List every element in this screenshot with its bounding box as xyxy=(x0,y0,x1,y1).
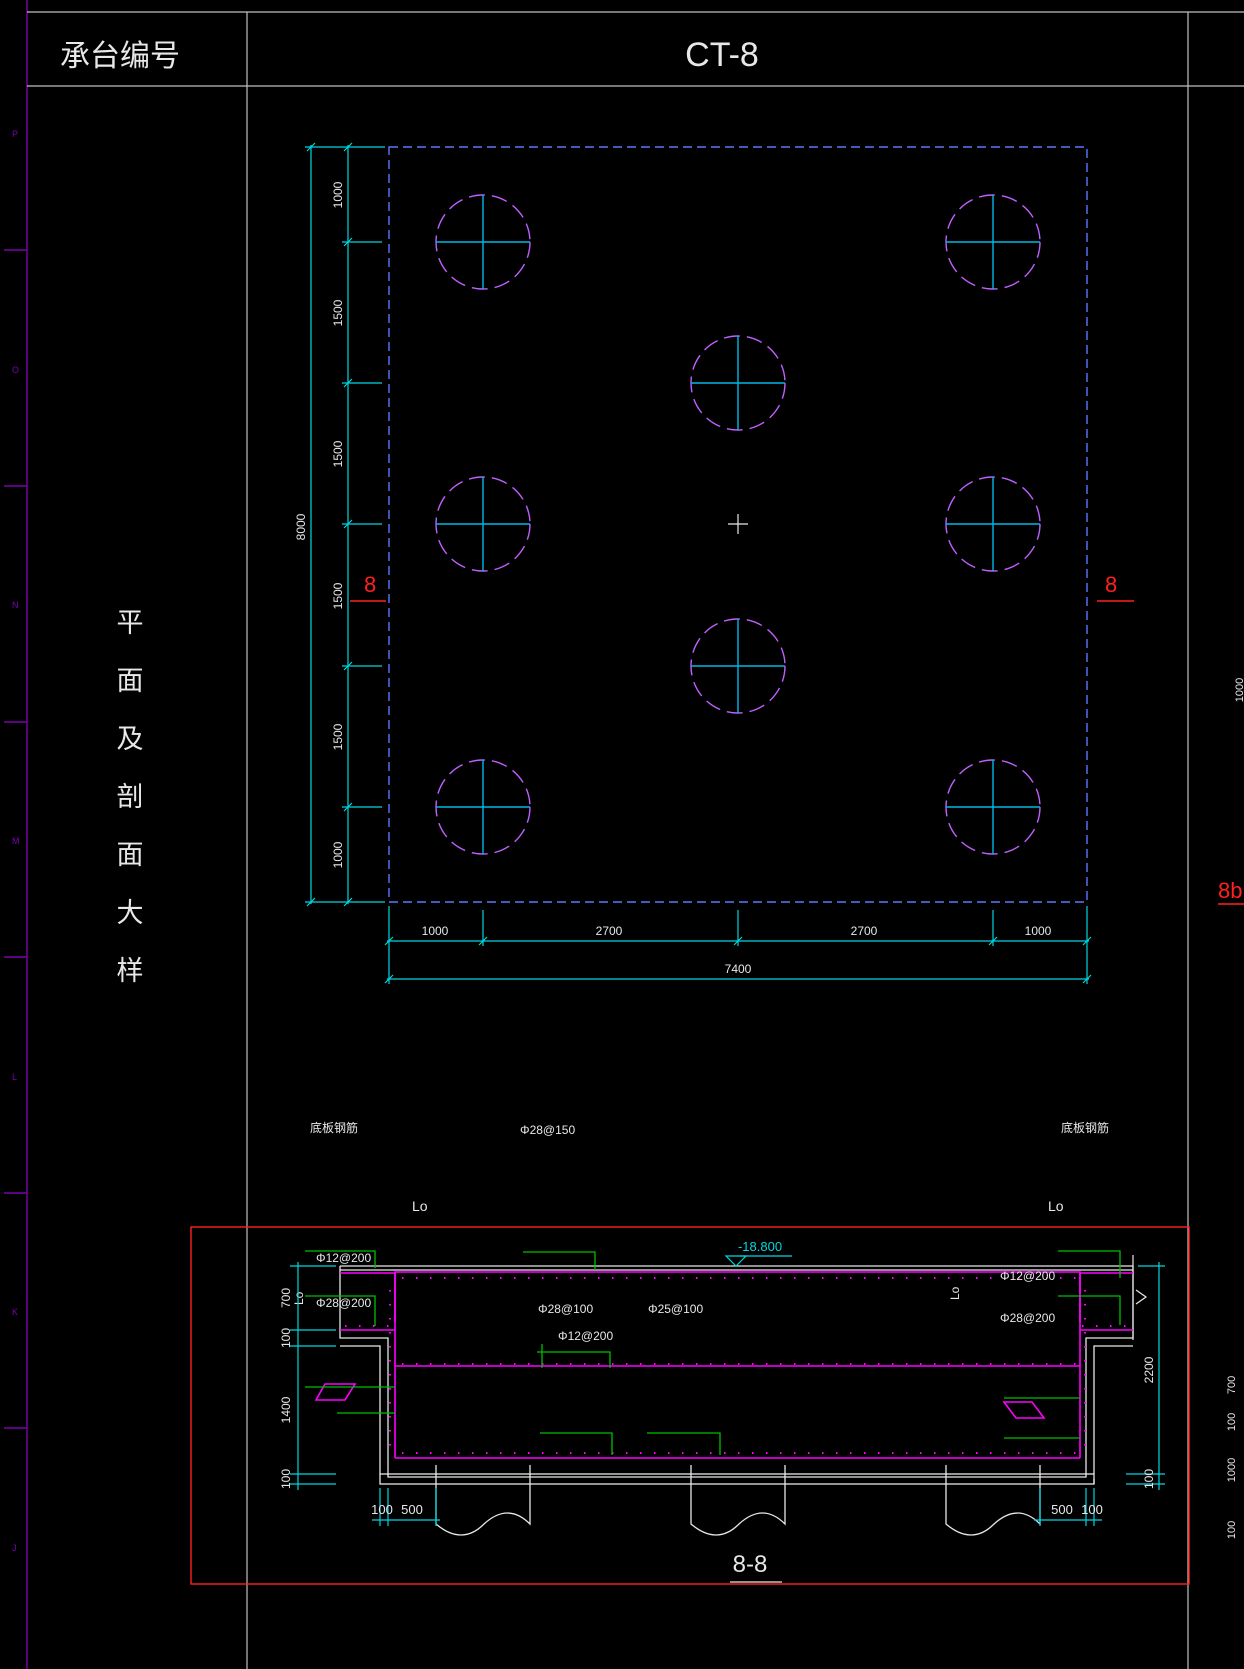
rebar-label: Φ28@200 xyxy=(316,1296,371,1310)
lo-label: Lo xyxy=(412,1198,428,1214)
grid-letter: N xyxy=(12,600,19,610)
grid-letter: K xyxy=(12,1307,18,1317)
cad-drawing: P O N M L K J 承台编号 CT-8 平 面 及 剖 面 大 样 10… xyxy=(4,0,1244,1669)
pile-circle xyxy=(435,476,531,572)
dim-label: 1000 xyxy=(1226,1458,1238,1482)
dim-label-total: 7400 xyxy=(725,962,752,976)
dim-label: 1000 xyxy=(422,924,449,938)
lo-label: Lo xyxy=(292,1291,306,1305)
plan-view: 1000 1500 1500 1500 1500 1000 8000 1000 … xyxy=(294,142,1134,984)
section-marker-right: 8 xyxy=(1097,572,1134,602)
section-mark: 8b xyxy=(1218,878,1242,903)
side-title-char: 平 xyxy=(117,608,144,639)
rebar-label: Φ28@200 xyxy=(1000,1311,1055,1325)
rebar-label: Φ25@100 xyxy=(648,1302,703,1316)
cap-id: CT-8 xyxy=(685,36,759,74)
dim-label: 1500 xyxy=(331,582,345,609)
rebar-label: Φ12@200 xyxy=(316,1251,371,1265)
side-title-char: 及 xyxy=(117,724,144,755)
section-left-dim-labels: 700 100 1400 100 xyxy=(279,1288,293,1489)
elevation-label: -18.800 xyxy=(738,1239,782,1254)
svg-text:8: 8 xyxy=(1105,572,1117,597)
dim-label-total: 2200 xyxy=(1142,1356,1156,1383)
pile-circle xyxy=(945,476,1041,572)
dim-label: 100 xyxy=(1226,1521,1238,1539)
side-title-char: 剖 xyxy=(117,782,144,813)
plan-bottom-dim-labels: 1000 2700 2700 1000 7400 xyxy=(422,924,1052,976)
dim-label: 1000 xyxy=(331,841,345,868)
dim-label: 500 xyxy=(401,1502,423,1517)
lo-label: Lo xyxy=(1048,1198,1064,1214)
right-partial-drawing: 8b 1000 700 100 1000 100 xyxy=(1218,678,1244,1539)
dim-label: 700 xyxy=(279,1288,293,1308)
dim-label: 1000 xyxy=(1234,678,1244,702)
dim-label: 1500 xyxy=(331,440,345,467)
dim-label: 500 xyxy=(1051,1502,1073,1517)
dim-label: 100 xyxy=(279,1328,293,1348)
dim-label: 700 xyxy=(1226,1376,1238,1394)
dim-label: 100 xyxy=(1142,1469,1156,1489)
dim-label-total: 8000 xyxy=(294,513,308,540)
plan-left-dimension xyxy=(305,145,385,904)
grid-letter: O xyxy=(12,365,19,375)
lo-label: Lo xyxy=(948,1286,962,1300)
dim-label: 1500 xyxy=(331,723,345,750)
grid-letter: J xyxy=(12,1543,17,1553)
rebar-label: Φ12@200 xyxy=(558,1329,613,1343)
dim-label: 1000 xyxy=(331,181,345,208)
pile-circle xyxy=(945,759,1041,855)
dim-label: 100 xyxy=(1226,1413,1238,1431)
section-title: 8-8 xyxy=(733,1551,768,1578)
elevation-mark: -18.800 xyxy=(724,1239,792,1267)
rebar-label: Φ28@150 xyxy=(520,1123,575,1137)
dim-label: 100 xyxy=(279,1469,293,1489)
dim-label: 1500 xyxy=(331,299,345,326)
side-title-char: 面 xyxy=(117,840,144,871)
bottom-rebar-label-right: 底板钢筋 xyxy=(1061,1120,1109,1135)
side-title: 平 面 及 剖 面 大 样 xyxy=(117,608,144,987)
cap-section-outline xyxy=(339,1265,1134,1485)
grid-letter: L xyxy=(12,1072,17,1082)
pile-circle xyxy=(435,194,531,290)
section-bottom-dimension xyxy=(372,1488,1102,1526)
dim-label: 2700 xyxy=(596,924,623,938)
section-piles xyxy=(435,1465,1041,1536)
rebar-leaders xyxy=(305,1250,1121,1455)
dim-label: 1000 xyxy=(1025,924,1052,938)
grid-letter: P xyxy=(12,129,18,139)
title-frame xyxy=(27,11,1244,1669)
rebar-labels: Φ12@200 Φ28@200 Φ28@100 Φ25@100 Φ12@200 … xyxy=(292,1251,1055,1343)
section-marker-left: 8 xyxy=(350,572,386,602)
section-view: 底板钢筋 Φ28@150 底板钢筋 Lo Lo -18.800 Φ12@200 … xyxy=(190,1120,1190,1585)
pile-circle xyxy=(435,759,531,855)
bottom-rebar-label-left: 底板钢筋 xyxy=(310,1120,358,1135)
cap-number-label: 承台编号 xyxy=(60,39,180,74)
grid-strip xyxy=(4,0,28,1669)
rebar-label: Φ12@200 xyxy=(1000,1269,1055,1283)
plan-left-dim-labels: 1000 1500 1500 1500 1500 1000 8000 xyxy=(294,181,345,868)
pile-circle xyxy=(690,618,786,714)
grid-letter: M xyxy=(12,836,20,846)
side-title-char: 样 xyxy=(117,956,144,987)
dim-label: 1400 xyxy=(279,1396,293,1423)
grid-letters: P O N M L K J xyxy=(12,129,20,1553)
side-title-char: 面 xyxy=(117,666,144,697)
section-right-dim-labels: 2200 100 xyxy=(1142,1356,1156,1489)
rebar-label: Φ28@100 xyxy=(538,1302,593,1316)
dim-label: 100 xyxy=(371,1502,393,1517)
side-title-char: 大 xyxy=(117,898,144,929)
pile-circle xyxy=(690,335,786,431)
pile-circle xyxy=(945,194,1041,290)
svg-text:8: 8 xyxy=(364,572,376,597)
dim-label: 100 xyxy=(1081,1502,1103,1517)
section-bottom-dim-labels: 100 500 500 100 xyxy=(371,1502,1103,1517)
dim-label: 2700 xyxy=(851,924,878,938)
